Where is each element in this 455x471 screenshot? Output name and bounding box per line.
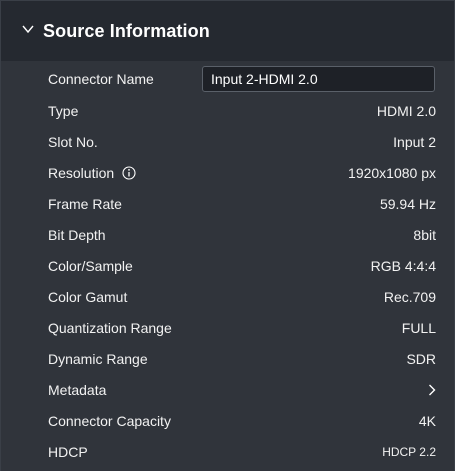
row-connector-capacity: Connector Capacity 4K [1, 406, 454, 437]
color-gamut-label: Color Gamut [48, 289, 128, 305]
slot-no-label: Slot No. [48, 134, 98, 150]
row-color-sample: Color/Sample RGB 4:4:4 [1, 251, 454, 282]
row-type: Type HDMI 2.0 [1, 96, 454, 127]
row-quantization-range: Quantization Range FULL [1, 313, 454, 344]
resolution-value: 1920x1080 px [348, 165, 436, 181]
dynamic-range-value: SDR [406, 351, 436, 367]
section-title: Source Information [43, 21, 210, 41]
resolution-label-wrap: Resolution [48, 165, 136, 181]
connector-name-label: Connector Name [48, 71, 154, 87]
quantization-range-value: FULL [401, 320, 436, 336]
chevron-down-icon[interactable] [22, 24, 34, 34]
row-resolution: Resolution 1920x1080 px [1, 158, 454, 189]
metadata-label: Metadata [48, 382, 107, 398]
hdcp-value: HDCP 2.2 [382, 445, 436, 459]
row-hdcp: HDCP HDCP 2.2 [1, 437, 454, 468]
quantization-range-label: Quantization Range [48, 320, 172, 336]
dynamic-range-label: Dynamic Range [48, 351, 148, 367]
bit-depth-value: 8bit [413, 227, 436, 243]
row-bit-depth: Bit Depth 8bit [1, 220, 454, 251]
connector-name-input[interactable] [202, 66, 435, 92]
connector-capacity-value: 4K [418, 413, 436, 429]
row-connector-name: Connector Name [1, 64, 454, 95]
type-value: HDMI 2.0 [376, 103, 436, 119]
color-sample-value: RGB 4:4:4 [370, 258, 436, 274]
color-sample-label: Color/Sample [48, 258, 133, 274]
hdcp-label: HDCP [48, 444, 88, 460]
info-icon[interactable] [122, 166, 136, 180]
chevron-right-icon[interactable] [428, 384, 436, 396]
bit-depth-label: Bit Depth [48, 227, 106, 243]
slot-no-value: Input 2 [393, 134, 436, 150]
row-metadata[interactable]: Metadata [1, 375, 454, 406]
frame-rate-value: 59.94 Hz [379, 196, 436, 212]
source-information-panel: Source Information Connector Name Type H… [0, 0, 455, 471]
connector-capacity-label: Connector Capacity [48, 413, 171, 429]
row-dynamic-range: Dynamic Range SDR [1, 344, 454, 375]
type-label: Type [48, 103, 79, 119]
row-slot-no: Slot No. Input 2 [1, 127, 454, 158]
resolution-label: Resolution [48, 165, 115, 181]
section-header[interactable]: Source Information [1, 1, 454, 61]
color-gamut-value: Rec.709 [383, 289, 436, 305]
section-body: Connector Name Type HDMI 2.0 Slot No. In… [1, 61, 454, 471]
frame-rate-label: Frame Rate [48, 196, 122, 212]
row-color-gamut: Color Gamut Rec.709 [1, 282, 454, 313]
row-frame-rate: Frame Rate 59.94 Hz [1, 189, 454, 220]
